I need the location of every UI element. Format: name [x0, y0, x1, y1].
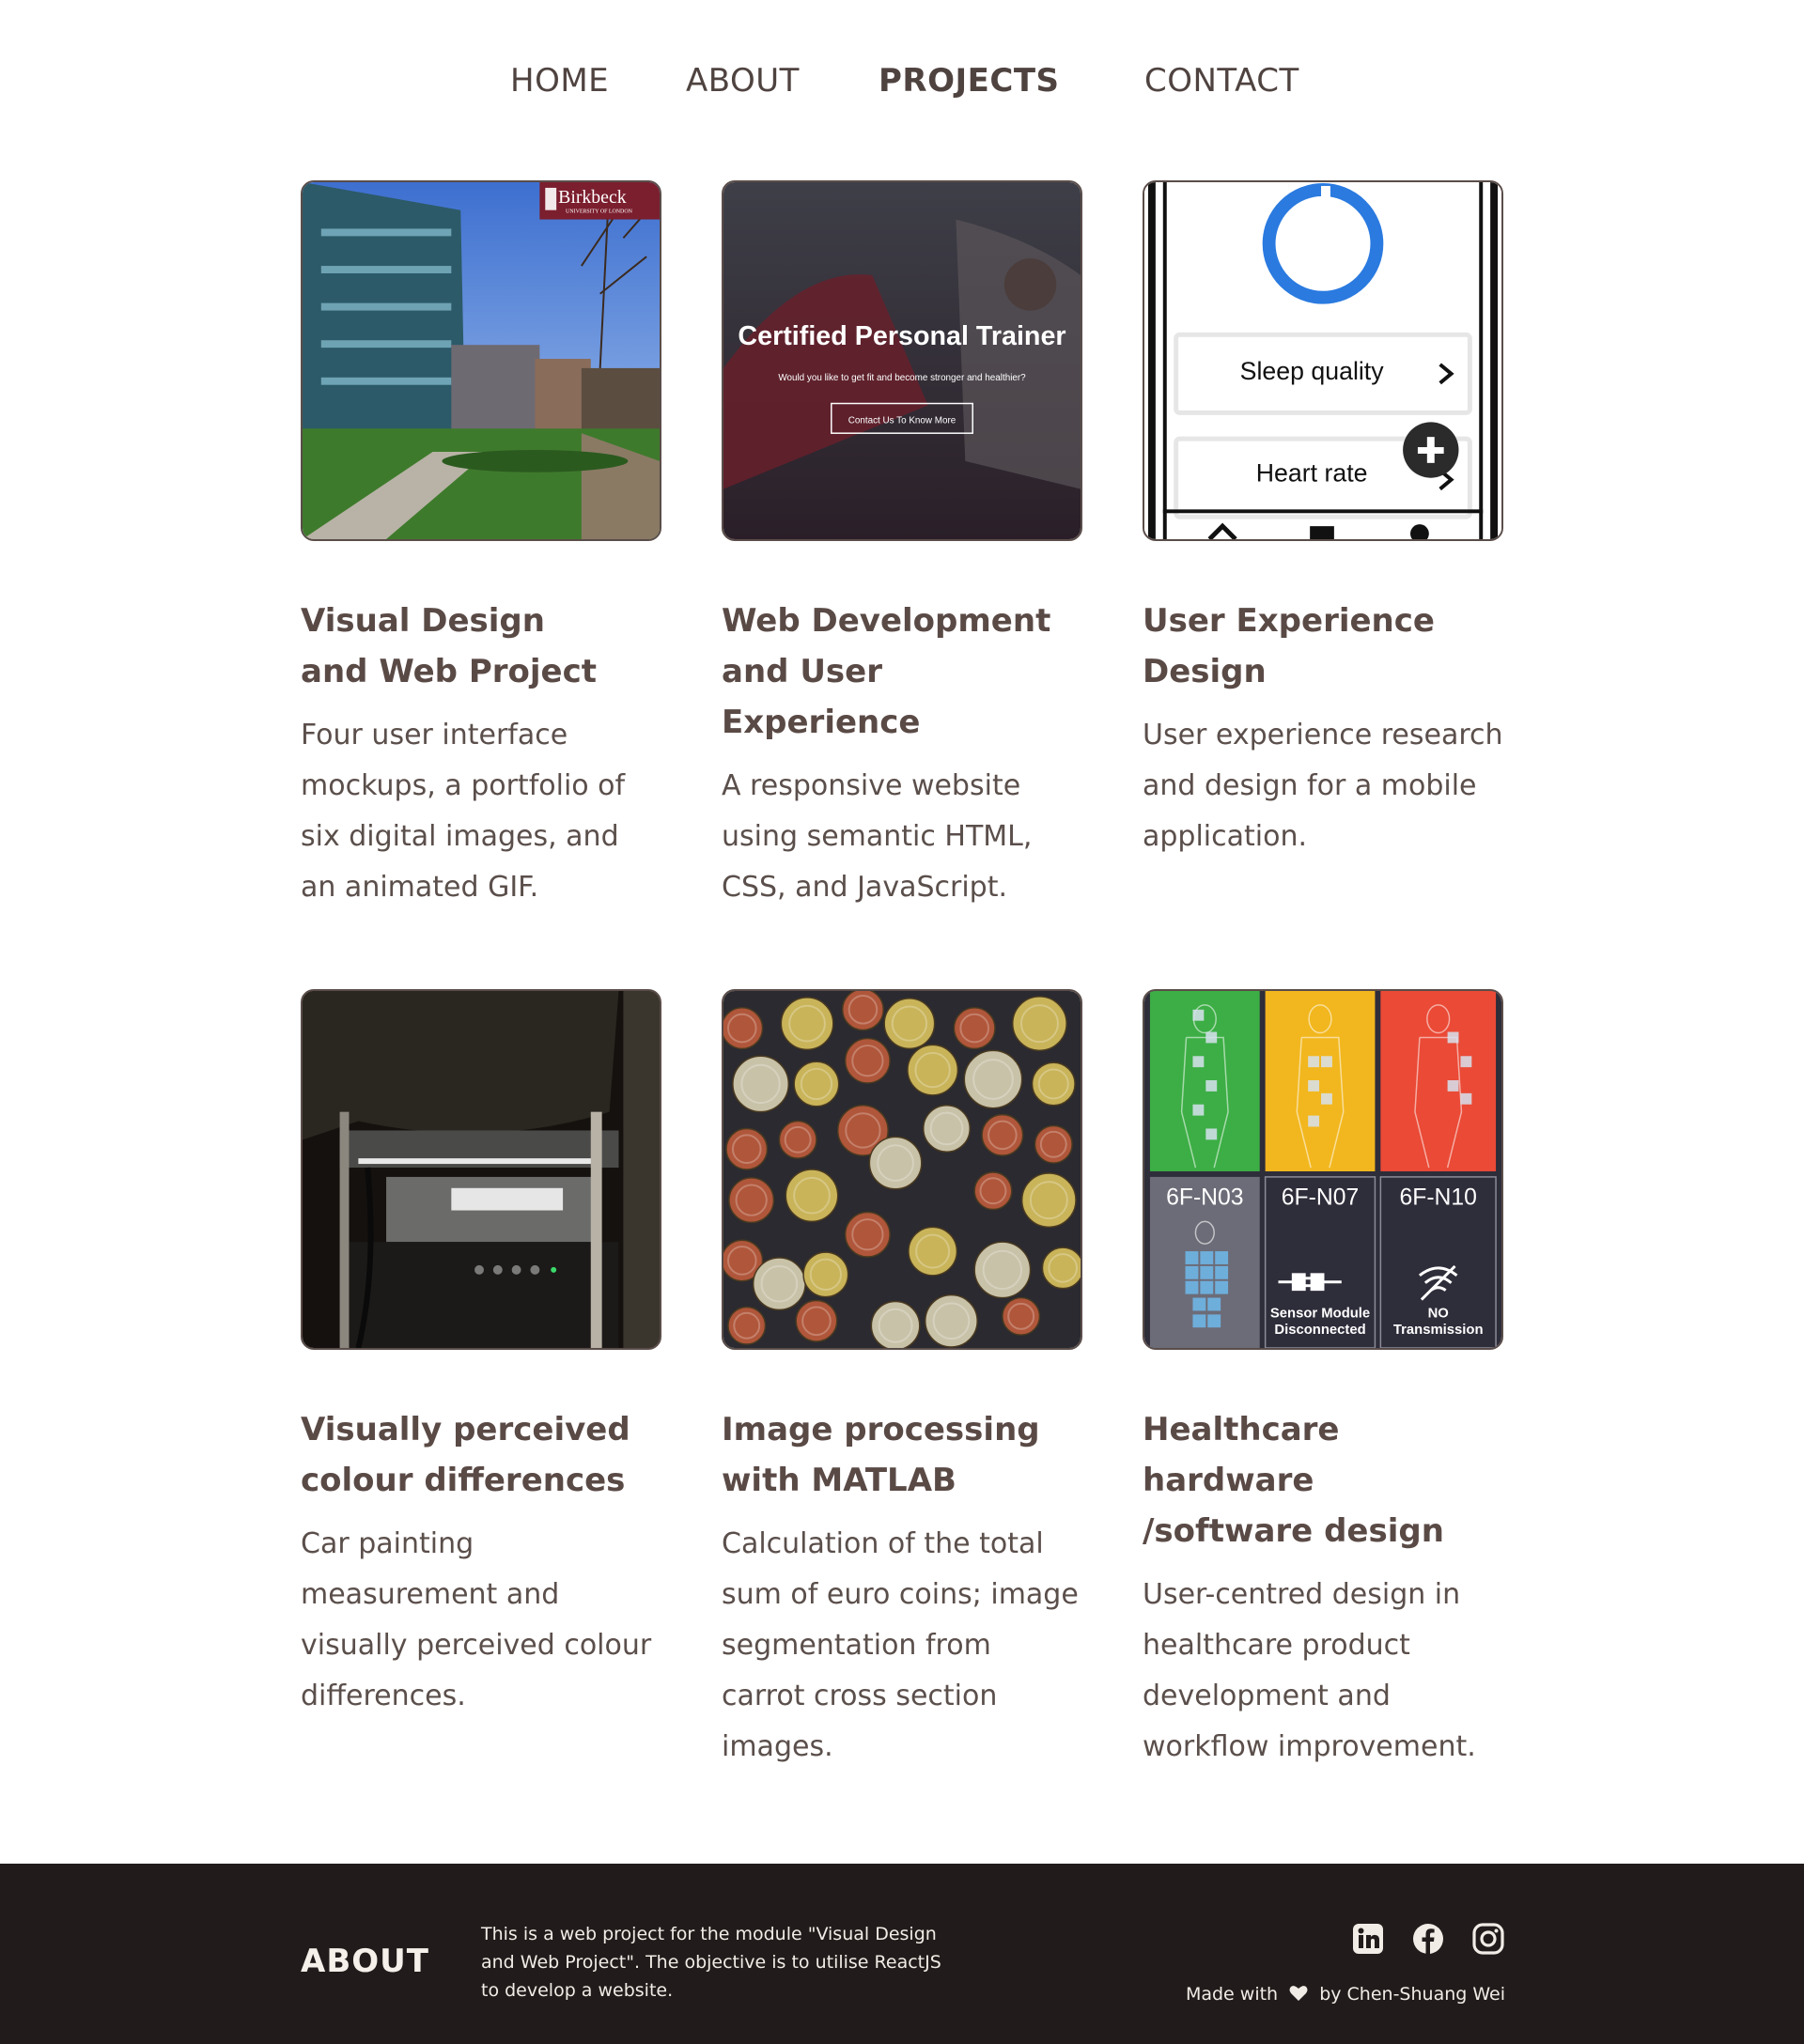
svg-text:Would you like to get fit and: Would you like to get fit and become str…	[778, 373, 1026, 383]
svg-text:Sensor Module: Sensor Module	[1270, 1306, 1370, 1321]
instagram-icon[interactable]	[1471, 1922, 1505, 1956]
project-title-line1: Visually perceived	[301, 1411, 630, 1448]
site-footer: ABOUT This is a web project for the modu…	[0, 1864, 1804, 2044]
project-description: Car painting measurement and visually pe…	[301, 1527, 652, 1712]
project-title-line1: Healthcare hardware	[1143, 1411, 1340, 1499]
project-title-line2: Design	[1143, 653, 1267, 690]
svg-text:6F-N03: 6F-N03	[1166, 1185, 1243, 1211]
project-card-ux-design: Sleep quality Heart rate User Experience…	[1143, 180, 1503, 862]
main-nav: HOME ABOUT PROJECTS CONTACT	[0, 54, 1804, 107]
svg-text:Transmission: Transmission	[1393, 1323, 1484, 1338]
made-with-author: by Chen-Shuang Wei	[1319, 1984, 1505, 2005]
project-title: Visual Design and Web Project	[301, 596, 661, 697]
footer-about-text: This is a web project for the module "Vi…	[481, 1924, 941, 2001]
project-title: Visually perceived colour differences	[301, 1404, 661, 1506]
birkbeck-building-image: Birkbeck UNIVERSITY OF LONDON	[303, 182, 660, 539]
svg-text:6F-N10: 6F-N10	[1399, 1185, 1476, 1211]
project-card-web-development: Certified Personal Trainer Would you lik…	[722, 180, 1082, 913]
project-thumbnail-birkbeck[interactable]: Birkbeck UNIVERSITY OF LONDON	[301, 180, 661, 541]
svg-text:6F-N07: 6F-N07	[1282, 1185, 1359, 1211]
made-with-prefix: Made with	[1185, 1984, 1279, 2005]
svg-text:Heart rate: Heart rate	[1256, 459, 1368, 488]
facebook-icon[interactable]	[1411, 1922, 1445, 1956]
project-description: User experience research and design for …	[1143, 719, 1503, 853]
project-card-healthcare: 6F-N03 6F-N07 6F-N10 Sensor Module Disco…	[1143, 989, 1503, 1773]
project-title-line1: Visual Design	[301, 602, 545, 640]
nav-home[interactable]: HOME	[510, 54, 609, 107]
project-thumbnail-healthcare-dashboard[interactable]: 6F-N03 6F-N07 6F-N10 Sensor Module Disco…	[1143, 989, 1503, 1350]
svg-text:Sleep quality: Sleep quality	[1240, 357, 1385, 385]
project-title: Image processing with MATLAB	[722, 1404, 1082, 1506]
nav-contact[interactable]: CONTACT	[1144, 54, 1299, 107]
project-thumbnail-measurement-device[interactable]	[301, 989, 661, 1350]
personal-trainer-website-image: Certified Personal Trainer Would you lik…	[723, 182, 1081, 539]
project-title-line2: colour differences	[301, 1462, 626, 1499]
nav-about[interactable]: ABOUT	[686, 54, 800, 107]
mobile-app-wireframe-image: Sleep quality Heart rate	[1144, 182, 1501, 539]
svg-text:UNIVERSITY OF LONDON: UNIVERSITY OF LONDON	[566, 209, 633, 215]
project-title-line2: and Web Project	[301, 653, 598, 690]
svg-text:Birkbeck: Birkbeck	[558, 187, 627, 208]
project-description: User-centred design in healthcare produc…	[1143, 1578, 1476, 1763]
project-title-line1: User Experience	[1143, 602, 1435, 640]
project-thumbnail-personal-trainer[interactable]: Certified Personal Trainer Would you lik…	[722, 180, 1082, 541]
project-thumbnail-mobile-app[interactable]: Sleep quality Heart rate	[1143, 180, 1503, 541]
project-title: User Experience Design	[1143, 596, 1503, 697]
project-card-colour-differences: Visually perceived colour differences Ca…	[301, 989, 661, 1722]
project-title-line2: with MATLAB	[722, 1462, 956, 1499]
project-card-visual-design: Birkbeck UNIVERSITY OF LONDON Visual Des…	[301, 180, 661, 913]
svg-text:Certified Personal Trainer: Certified Personal Trainer	[738, 321, 1065, 351]
project-description: A responsive website using semantic HTML…	[722, 769, 1033, 904]
footer-about-title: ABOUT	[301, 1943, 429, 1980]
project-title: Web Development and User Experience	[722, 596, 1082, 748]
svg-text:Contact Us To Know More: Contact Us To Know More	[848, 415, 956, 426]
project-description: Four user interface mockups, a portfolio…	[301, 719, 626, 904]
project-description: Calculation of the total sum of euro coi…	[722, 1527, 1079, 1763]
linkedin-icon[interactable]	[1351, 1922, 1385, 1956]
measurement-device-image	[303, 991, 660, 1348]
project-thumbnail-euro-coins[interactable]	[722, 989, 1082, 1350]
project-card-image-processing: Image processing with MATLAB Calculation…	[722, 989, 1082, 1773]
svg-text:Disconnected: Disconnected	[1274, 1323, 1365, 1338]
project-title: Healthcare hardware /software design	[1143, 1404, 1503, 1556]
project-title-line1: Web Development	[722, 602, 1051, 640]
social-links	[1351, 1922, 1505, 1959]
healthcare-dashboard-image: 6F-N03 6F-N07 6F-N10 Sensor Module Disco…	[1144, 991, 1501, 1348]
svg-text:NO: NO	[1428, 1306, 1449, 1321]
nav-projects[interactable]: PROJECTS	[879, 54, 1060, 107]
euro-coins-image	[723, 991, 1081, 1348]
project-title-line2: /software design	[1143, 1512, 1444, 1550]
heart-icon	[1289, 1984, 1308, 2005]
project-title-line2: and User Experience	[722, 653, 921, 741]
project-title-line1: Image processing	[722, 1411, 1040, 1448]
made-with-credit: Made with by Chen-Shuang Wei	[1128, 1984, 1505, 2005]
